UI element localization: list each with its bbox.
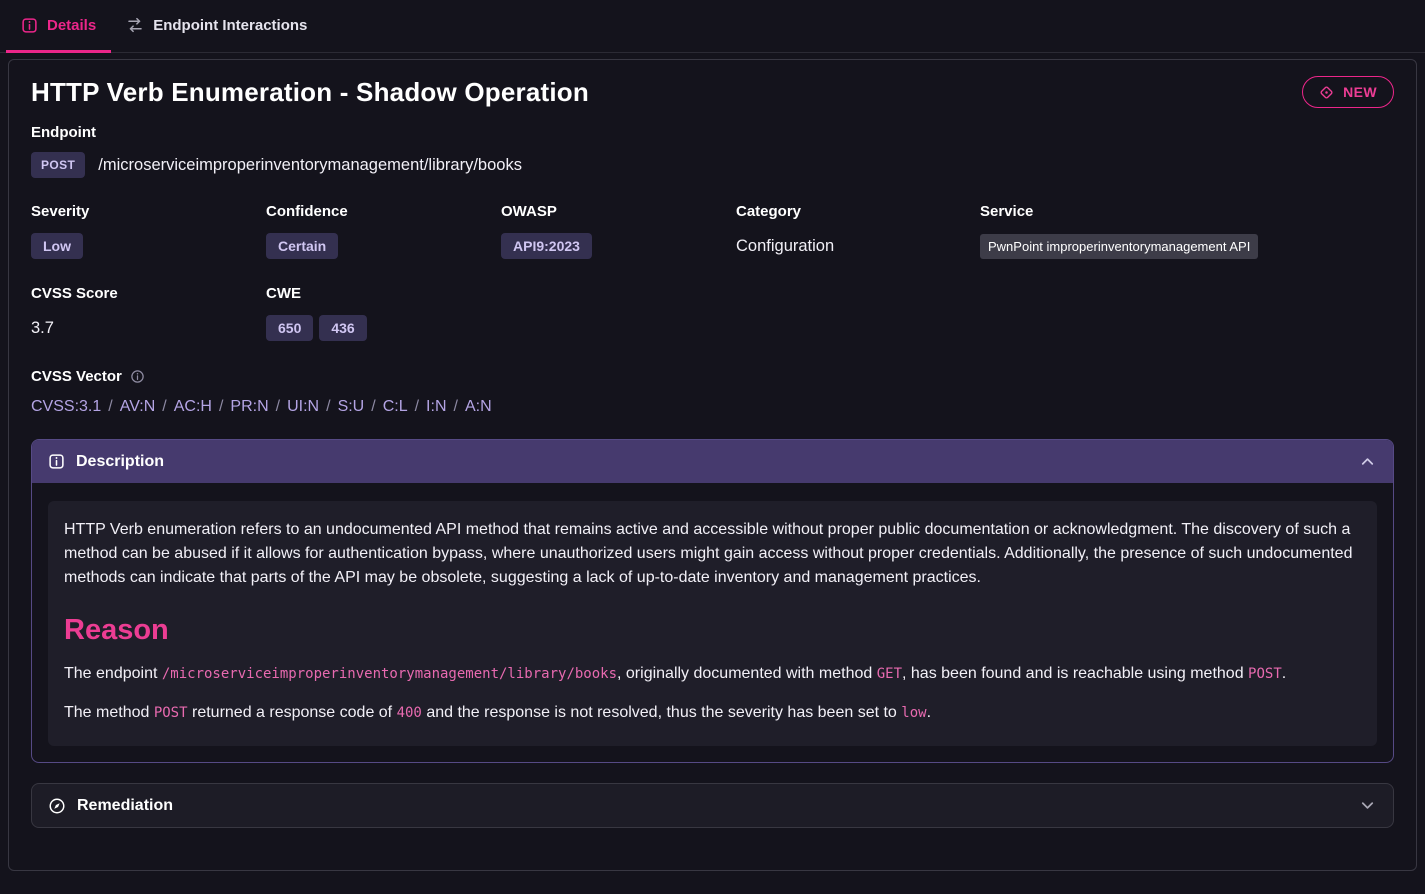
description-accordion-header[interactable]: Description: [32, 440, 1393, 483]
service-badge: PwnPoint improperinventorymanagement API: [980, 234, 1258, 259]
endpoint-path-code: /microserviceimproperinventorymanagement…: [162, 666, 617, 682]
reason-text: .: [1282, 665, 1286, 682]
status-code-code: 400: [397, 705, 422, 721]
confidence-label: Confidence: [266, 203, 491, 220]
cvss-vector-part: I:N: [426, 398, 446, 415]
cwe-badge: 436: [319, 315, 366, 341]
owasp-label: OWASP: [501, 203, 726, 220]
description-card: HTTP Verb enumeration refers to an undoc…: [48, 501, 1377, 746]
severity-label: Severity: [31, 203, 256, 220]
swap-arrows-icon: [126, 16, 144, 34]
reason-text: , has been found and is reachable using …: [902, 665, 1248, 682]
description-title: Description: [76, 453, 164, 471]
service-label: Service: [980, 203, 1384, 220]
tab-bar: Details Endpoint Interactions: [0, 0, 1425, 53]
category-field: Category Configuration: [736, 203, 980, 260]
cvss-vector-part: A:N: [465, 398, 492, 415]
http-method-code: GET: [877, 666, 902, 682]
description-text: HTTP Verb enumeration refers to an undoc…: [64, 518, 1361, 590]
cvss-vector-block: CVSS Vector CVSS:3.1 / AV:N / AC:H / PR:N / UI:N…: [31, 368, 1394, 416]
endpoint-block: Endpoint POST /microserviceimproperinven…: [31, 124, 1394, 178]
tab-endpoint-interactions-label: Endpoint Interactions: [153, 17, 307, 34]
reason-text: , originally documented with method: [617, 665, 877, 682]
cvss-vector-part: AV:N: [120, 398, 156, 415]
cvss-vector-part: C:L: [383, 398, 408, 415]
cvss-vector-part: PR:N: [230, 398, 268, 415]
tab-details-label: Details: [47, 17, 96, 34]
remediation-title: Remediation: [77, 797, 173, 815]
panel-header: HTTP Verb Enumeration - Shadow Operation…: [31, 76, 1394, 108]
owasp-field: OWASP API9:2023: [501, 203, 736, 260]
cvss-score-value: 3.7: [31, 319, 54, 338]
tab-endpoint-interactions[interactable]: Endpoint Interactions: [111, 0, 322, 53]
reason-paragraph-1: The endpoint /microserviceimproperinvent…: [64, 661, 1361, 687]
new-status-badge-label: NEW: [1343, 84, 1377, 100]
description-body: HTTP Verb enumeration refers to an undoc…: [32, 483, 1393, 762]
cvss-vector-prefix: CVSS:3.1: [31, 398, 101, 415]
page-title: HTTP Verb Enumeration - Shadow Operation: [31, 77, 589, 108]
confidence-field: Confidence Certain: [266, 203, 501, 260]
vector-separator: /: [415, 398, 419, 415]
reason-text: and the response is not resolved, thus t…: [422, 704, 901, 721]
attributes-row-2: CVSS Score 3.7 CWE 650 436: [31, 285, 1394, 342]
vector-separator: /: [108, 398, 112, 415]
vector-separator: /: [326, 398, 330, 415]
category-label: Category: [736, 203, 970, 220]
vector-separator: /: [162, 398, 166, 415]
cwe-label: CWE: [266, 285, 1384, 302]
http-method-code: POST: [1248, 666, 1282, 682]
vector-separator: /: [219, 398, 223, 415]
reason-text: The endpoint: [64, 665, 162, 682]
info-square-icon: [21, 17, 38, 34]
vector-separator: /: [276, 398, 280, 415]
cvss-vector-part: S:U: [338, 398, 365, 415]
severity-code: low: [901, 705, 926, 721]
category-value: Configuration: [736, 237, 834, 256]
chevron-up-icon: [1358, 452, 1377, 471]
reason-paragraph-2: The method POST returned a response code…: [64, 700, 1361, 726]
cvss-vector-string: CVSS:3.1 / AV:N / AC:H / PR:N / UI:N / S:U / C:L / I:N…: [31, 398, 1394, 416]
reason-text: The method: [64, 704, 154, 721]
owasp-badge: API9:2023: [501, 233, 592, 259]
remediation-accordion: Remediation: [31, 783, 1394, 828]
vector-separator: /: [454, 398, 458, 415]
http-method-badge: POST: [31, 152, 85, 178]
severity-badge: Low: [31, 233, 83, 259]
vector-separator: /: [371, 398, 375, 415]
info-circle-icon[interactable]: [130, 369, 145, 384]
cwe-field: CWE 650 436: [266, 285, 1394, 342]
compass-icon: [48, 797, 66, 815]
seal-diamond-icon: [1319, 85, 1334, 100]
chevron-down-icon: [1358, 796, 1377, 815]
reason-heading: Reason: [64, 614, 1361, 647]
info-square-icon: [48, 453, 65, 470]
attributes-row-1: Severity Low Confidence Certain OWASP AP…: [31, 203, 1394, 260]
endpoint-label: Endpoint: [31, 124, 1394, 141]
http-method-code: POST: [154, 705, 188, 721]
description-accordion: Description HTTP Verb enumeration refers…: [31, 439, 1394, 763]
reason-text: returned a response code of: [188, 704, 397, 721]
cvss-score-label: CVSS Score: [31, 285, 256, 302]
cvss-vector-label: CVSS Vector: [31, 368, 122, 385]
tab-details[interactable]: Details: [6, 0, 111, 53]
cvss-score-field: CVSS Score 3.7: [31, 285, 266, 342]
cvss-vector-part: AC:H: [174, 398, 212, 415]
severity-field: Severity Low: [31, 203, 266, 260]
service-field: Service PwnPoint improperinventorymanage…: [980, 203, 1394, 260]
cwe-badge: 650: [266, 315, 313, 341]
endpoint-path: /microserviceimproperinventorymanagement…: [98, 156, 522, 175]
cvss-vector-part: UI:N: [287, 398, 319, 415]
reason-text: .: [927, 704, 931, 721]
details-panel: HTTP Verb Enumeration - Shadow Operation…: [8, 59, 1417, 871]
new-status-badge[interactable]: NEW: [1302, 76, 1394, 108]
confidence-badge: Certain: [266, 233, 338, 259]
remediation-accordion-header[interactable]: Remediation: [32, 784, 1393, 827]
